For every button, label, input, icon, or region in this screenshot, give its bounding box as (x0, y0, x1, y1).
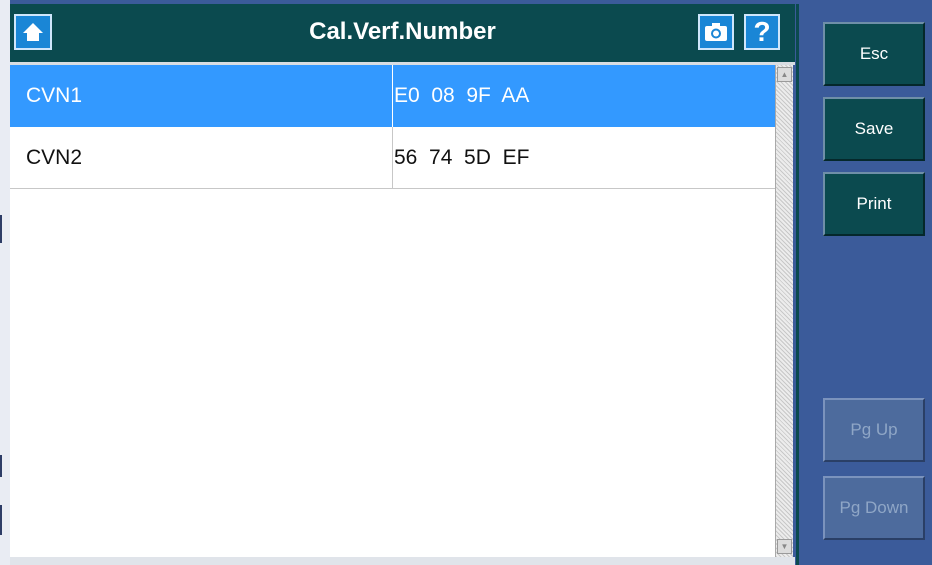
page-down-button[interactable]: Pg Down (823, 476, 925, 540)
data-list: CVN1 E0 08 9F AA CVN2 56 74 5D EF (10, 65, 775, 557)
edge-mark (0, 215, 2, 243)
esc-button[interactable]: Esc (823, 22, 925, 86)
cvn-name: CVN1 (26, 84, 83, 107)
cvn-name: CVN2 (26, 146, 83, 169)
table-row[interactable]: CVN2 56 74 5D EF (10, 127, 775, 189)
left-edge (0, 0, 10, 565)
page-up-button[interactable]: Pg Up (823, 398, 925, 462)
page-title: Cal.Verf.Number (309, 18, 496, 45)
bottom-strip (10, 557, 795, 565)
help-icon: ? (753, 16, 771, 47)
vertical-scrollbar[interactable]: ▲ ▼ (775, 65, 793, 557)
cvn-value: E0 08 9F AA (394, 84, 530, 107)
screenshot-button[interactable] (698, 14, 734, 50)
column-divider (392, 127, 393, 189)
save-button[interactable]: Save (823, 97, 925, 161)
scroll-down-arrow-icon[interactable]: ▼ (777, 539, 792, 554)
side-panel: Esc Save Print Pg Up Pg Down (796, 4, 932, 565)
edge-mark (0, 505, 2, 535)
print-button[interactable]: Print (823, 172, 925, 236)
scroll-up-arrow-icon[interactable]: ▲ (777, 67, 792, 82)
column-divider (392, 65, 393, 127)
title-bar: Cal.Verf.Number ? (10, 4, 795, 65)
edge-mark (0, 455, 2, 477)
cvn-value: 56 74 5D EF (394, 146, 530, 169)
help-button[interactable]: ? (744, 14, 780, 50)
table-row[interactable]: CVN1 E0 08 9F AA (10, 65, 775, 127)
camera-icon (705, 23, 727, 41)
